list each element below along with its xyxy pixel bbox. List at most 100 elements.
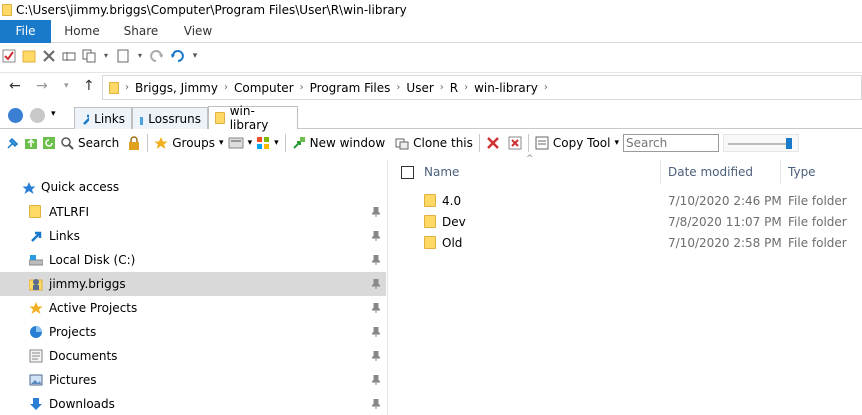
copy-tool-button[interactable]: Copy Tool ▾ (535, 136, 619, 150)
undo-icon[interactable] (170, 49, 184, 63)
pin-tab-icon[interactable] (6, 136, 20, 150)
pin-icon[interactable] (372, 207, 380, 217)
column-header-name[interactable]: Name (424, 160, 459, 184)
breadcrumb-separator-icon[interactable]: › (224, 82, 228, 93)
chevron-down-icon[interactable]: ▾ (136, 49, 144, 63)
tab-share[interactable]: Share (121, 20, 161, 43)
tab-home[interactable]: Home (62, 20, 102, 43)
star-icon (29, 301, 43, 315)
column-divider[interactable] (780, 160, 781, 184)
file-date: 7/10/2020 2:58 PM (668, 236, 782, 250)
refresh-icon[interactable] (42, 136, 56, 150)
file-list: ^ Name Date modified Type 4.0 7/10/2020 … (389, 154, 862, 415)
redo-icon[interactable] (150, 49, 164, 63)
tab-win-library[interactable]: win-library (208, 104, 298, 132)
delete-icon[interactable] (42, 49, 56, 63)
folder-icon (424, 215, 436, 228)
new-item-icon[interactable] (116, 49, 130, 63)
search-input[interactable] (623, 133, 719, 152)
nav-item-downloads[interactable]: Downloads (0, 392, 386, 415)
forward-circle-icon[interactable] (30, 108, 45, 123)
tab-file[interactable]: File (0, 20, 51, 43)
nav-item-atlrfi[interactable]: ATLRFI (0, 200, 386, 224)
up-icon[interactable]: ↑ (83, 78, 95, 94)
breadcrumb-computer[interactable]: Computer (234, 81, 294, 95)
toolbar-separator (527, 133, 529, 152)
breadcrumb-separator-icon[interactable]: › (544, 82, 548, 93)
pin-icon[interactable] (372, 375, 380, 385)
tab-view[interactable]: View (180, 20, 216, 43)
nav-item-label: ATLRFI (49, 205, 90, 219)
pictures-icon (29, 373, 43, 387)
pin-icon[interactable] (372, 327, 380, 337)
nav-item-label: Projects (49, 325, 97, 339)
close-other-tabs-icon[interactable] (508, 136, 522, 150)
history-dropdown-icon[interactable]: ▾ (51, 109, 56, 119)
up-folder-icon[interactable] (24, 136, 38, 150)
quick-access-label[interactable]: Quick access (41, 180, 119, 194)
rename-icon[interactable] (62, 49, 76, 63)
recent-locations-icon[interactable]: ▾ (64, 81, 69, 91)
address-bar[interactable]: › Briggs, Jimmy › Computer › Program Fil… (102, 75, 862, 100)
slider-thumb[interactable] (786, 137, 792, 149)
select-all-checkbox[interactable] (401, 166, 414, 179)
close-tab-icon[interactable] (486, 136, 500, 150)
chevron-down-icon[interactable]: ▾ (102, 49, 110, 63)
copy-tool-label: Copy Tool (552, 135, 611, 150)
lock-icon[interactable] (127, 135, 141, 150)
column-header-type[interactable]: Type (788, 160, 816, 184)
nav-item-projects[interactable]: Projects (0, 320, 386, 344)
nav-item-active-projects[interactable]: Active Projects (0, 296, 386, 320)
command-toolbar: Search Groups ▾ ▾ ▾ New window Clone thi… (0, 130, 862, 155)
recent-button[interactable]: ▾ (228, 136, 252, 150)
file-row[interactable]: Dev 7/8/2020 11:07 PM File folder (389, 211, 862, 232)
forward-icon[interactable]: → (36, 78, 48, 94)
user-folder-icon (28, 277, 43, 291)
breadcrumb-separator-icon[interactable]: › (440, 82, 444, 93)
back-icon[interactable]: ← (9, 78, 21, 94)
tab-lossruns[interactable]: Lossruns (132, 107, 208, 129)
file-row[interactable]: Old 7/10/2020 2:58 PM File folder (389, 232, 862, 253)
column-header-date[interactable]: Date modified (668, 160, 753, 184)
star-icon (154, 136, 168, 149)
new-window-button[interactable]: New window (292, 136, 385, 150)
nav-item-documents[interactable]: Documents (0, 344, 386, 368)
breadcrumb-r[interactable]: R (450, 81, 458, 95)
view-size-slider[interactable] (723, 133, 799, 152)
breadcrumb-separator-icon[interactable]: › (300, 82, 304, 93)
customize-qat-icon[interactable]: ▾ (190, 49, 200, 63)
quick-access-toolbar: ▾ ▾ ▾ (0, 44, 862, 68)
nav-item-local-disk[interactable]: Local Disk (C:) (0, 248, 386, 272)
breadcrumb-user-dir[interactable]: User (406, 81, 433, 95)
breadcrumb-separator-icon[interactable]: › (125, 82, 129, 93)
pin-icon[interactable] (372, 255, 380, 265)
nav-item-links[interactable]: Links (0, 224, 386, 248)
tab-links[interactable]: Links (74, 107, 132, 129)
properties-icon[interactable] (2, 49, 16, 63)
pin-icon[interactable] (372, 279, 380, 289)
copy-to-icon[interactable] (82, 49, 96, 63)
toolbar-separator (284, 133, 286, 152)
clone-button[interactable]: Clone this (395, 136, 473, 150)
nav-item-pictures[interactable]: Pictures (0, 368, 386, 392)
breadcrumb-separator-icon[interactable]: › (396, 82, 400, 93)
tab-label: win-library (229, 104, 269, 132)
back-circle-icon[interactable] (8, 108, 23, 123)
pin-icon[interactable] (372, 303, 380, 313)
applications-button[interactable]: ▾ (256, 136, 279, 150)
breadcrumb-program-files[interactable]: Program Files (310, 81, 391, 95)
column-divider[interactable] (660, 160, 661, 184)
pin-icon[interactable] (372, 351, 380, 361)
breadcrumb-separator-icon[interactable]: › (464, 82, 468, 93)
file-row[interactable]: 4.0 7/10/2020 2:46 PM File folder (389, 190, 862, 211)
file-name: Dev (442, 215, 466, 229)
pin-icon[interactable] (372, 231, 380, 241)
breadcrumb-win-library[interactable]: win-library (474, 81, 538, 95)
search-button[interactable]: Search (60, 136, 119, 150)
new-folder-icon[interactable] (22, 49, 36, 63)
breadcrumb-user[interactable]: Briggs, Jimmy (135, 81, 218, 95)
nav-item-jimmy-briggs[interactable]: jimmy.briggs (0, 272, 386, 296)
pin-icon[interactable] (372, 399, 380, 409)
file-date: 7/8/2020 11:07 PM (668, 215, 782, 229)
groups-button[interactable]: Groups ▾ (154, 136, 224, 150)
